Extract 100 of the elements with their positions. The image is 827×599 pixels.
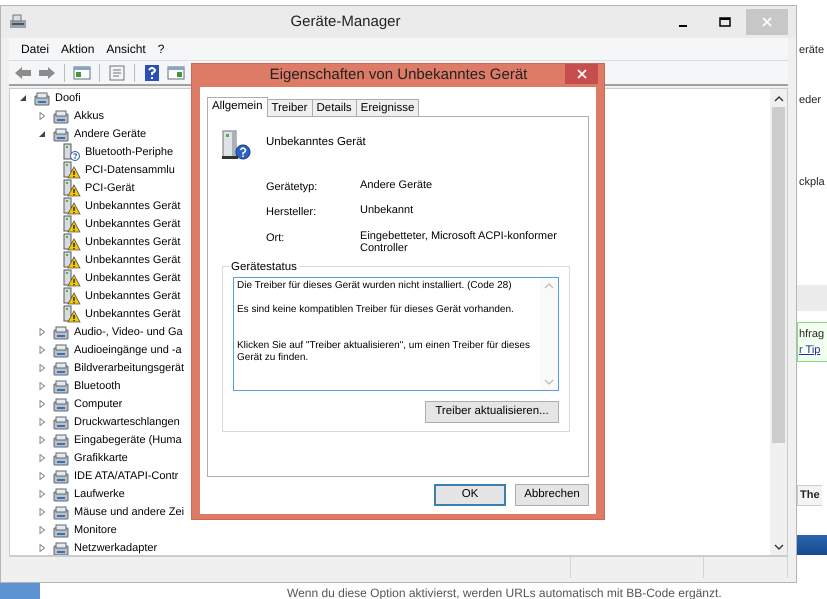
tab[interactable]: Treiber (266, 98, 312, 116)
expand-arrow-icon[interactable] (38, 328, 46, 336)
tree-item[interactable]: Bluetooth-Periphe (84, 144, 174, 160)
unknown-device-icon (220, 128, 252, 160)
back-arrow-icon (14, 64, 32, 80)
tree-item[interactable]: Computer (73, 396, 124, 412)
device-icon (52, 108, 70, 124)
device-icon (52, 324, 70, 340)
device-name: Unbekanntes Gerät (266, 134, 366, 150)
expand-arrow-icon[interactable] (38, 490, 46, 498)
menu-item[interactable]: Ansicht (100, 40, 152, 58)
tab[interactable]: Details (312, 98, 357, 116)
tree-item[interactable]: Akkus (73, 108, 105, 124)
tab[interactable]: Allgemein (207, 96, 268, 116)
menu-item[interactable]: ? (152, 40, 170, 58)
property-value: Unbekannt (360, 204, 414, 218)
tree-item[interactable]: Grafikkarte (73, 450, 129, 466)
status-text-field[interactable]: Die Treiber für dieses Gerät wurden nicht installiert. (Code 28) Es sind keine kompatiblen Treiber für dieses Gerät vorhanden. Klicken Sie auf "Treiber aktualisieren", um einen Treiber für dieses Gerät zu finden. (233, 276, 559, 391)
close-icon (762, 17, 772, 27)
tree-item[interactable]: Unbekanntes Gerät (84, 234, 182, 250)
tree-item[interactable]: Monitore (73, 522, 118, 538)
device-icon (33, 90, 51, 106)
scroll-down-icon (544, 378, 554, 386)
expand-arrow-icon[interactable] (38, 382, 46, 390)
window-title: Geräte-Manager (289, 12, 402, 32)
properties-button[interactable] (107, 62, 127, 82)
help-icon (143, 64, 161, 80)
ok-button[interactable]: OK (434, 484, 506, 506)
menu-item[interactable]: Aktion (55, 40, 100, 58)
tree-item[interactable]: Unbekanntes Gerät (84, 306, 182, 322)
property-label: Ort: (266, 230, 286, 246)
tab[interactable]: Ereignisse (356, 98, 420, 116)
expand-arrow-icon[interactable] (38, 112, 46, 120)
expand-arrow-icon[interactable] (38, 436, 46, 444)
tree-item[interactable]: Netzwerkadapter (73, 540, 158, 555)
expand-arrow-icon[interactable] (38, 400, 46, 408)
tree-item[interactable]: Andere Geräte (73, 126, 148, 142)
tree-item[interactable]: Eingabegeräte (Huma (73, 432, 183, 448)
expand-arrow-icon[interactable] (38, 544, 46, 552)
tree-item[interactable]: Laufwerke (73, 486, 126, 502)
close-icon (576, 69, 586, 79)
property-value: Eingebetteter, Microsoft ACPI-konformer Controller (360, 230, 558, 254)
tree-item[interactable]: PCI-Datensammlu (84, 162, 176, 178)
tree-item[interactable]: IDE ATA/ATAPI-Contr (73, 468, 180, 484)
tree-item[interactable]: Audio-, Video- und Ga (73, 324, 184, 340)
scroll-up-icon (544, 282, 554, 289)
tip-link[interactable]: r Tip (799, 342, 820, 358)
tree-item[interactable]: Druckwarteschlangen (73, 414, 181, 430)
forward-arrow-icon (38, 64, 56, 80)
expand-arrow-icon[interactable] (38, 526, 46, 534)
device-icon (52, 540, 70, 555)
device-icon (52, 378, 70, 394)
tip-box (797, 322, 827, 362)
device-icon (52, 396, 70, 412)
tree-item[interactable]: Audioeingänge und -a (73, 342, 183, 358)
minimize-icon (679, 25, 687, 27)
expand-arrow-icon[interactable] (38, 364, 46, 372)
device-icon (52, 504, 70, 520)
maximize-icon (719, 17, 731, 27)
close-button[interactable] (565, 64, 598, 84)
panel-icon (73, 64, 91, 80)
update-driver-button[interactable]: Treiber aktualisieren... (425, 400, 559, 423)
tree-item[interactable]: PCI-Gerät (84, 180, 136, 196)
property-value: Andere Geräte (360, 178, 434, 192)
expand-arrow-icon[interactable] (38, 472, 46, 480)
page-header-bar (797, 535, 827, 555)
expand-arrow-icon[interactable] (38, 346, 46, 354)
tree-item[interactable]: Unbekanntes Gerät (84, 216, 182, 232)
tree-item[interactable]: Bluetooth (73, 378, 122, 394)
tree-item[interactable]: Doofi (54, 90, 82, 106)
page-tab[interactable]: The (797, 485, 822, 506)
tree-item[interactable]: Unbekanntes Gerät (84, 198, 182, 214)
device-icon (52, 486, 70, 502)
scroll-up-icon[interactable] (774, 95, 784, 103)
menu-item[interactable]: Datei (15, 40, 56, 58)
document-icon (108, 64, 126, 80)
scrollbar[interactable] (770, 89, 787, 555)
device-icon (52, 468, 70, 484)
tree-item[interactable]: Unbekanntes Gerät (84, 270, 182, 286)
dialog-title: Eigenschaften von Unbekanntes Gerät (268, 65, 528, 85)
collapse-arrow-icon[interactable] (38, 130, 46, 138)
expand-arrow-icon[interactable] (38, 418, 46, 426)
expand-arrow-icon[interactable] (38, 454, 46, 462)
device-icon (52, 522, 70, 538)
page-sidebar (0, 583, 40, 599)
cancel-button[interactable]: Abbrechen (515, 484, 589, 506)
device-icon (52, 414, 70, 430)
collapse-arrow-icon[interactable] (19, 94, 27, 102)
expand-arrow-icon[interactable] (38, 508, 46, 516)
panel-icon (167, 64, 185, 80)
scroll-down-icon[interactable] (774, 543, 784, 551)
tree-item[interactable]: Mäuse und andere Zei (73, 504, 186, 520)
tree-item[interactable]: Bildverarbeitungsgerät (73, 360, 186, 376)
property-label: Gerätetyp: (266, 180, 318, 194)
device-icon (52, 126, 70, 142)
page-text: eräte (799, 43, 824, 58)
page-text: ckpla (799, 175, 825, 190)
help-button[interactable] (142, 62, 162, 82)
tree-item[interactable]: Unbekanntes Gerät (84, 288, 182, 304)
tree-item[interactable]: Unbekanntes Gerät (84, 252, 182, 268)
